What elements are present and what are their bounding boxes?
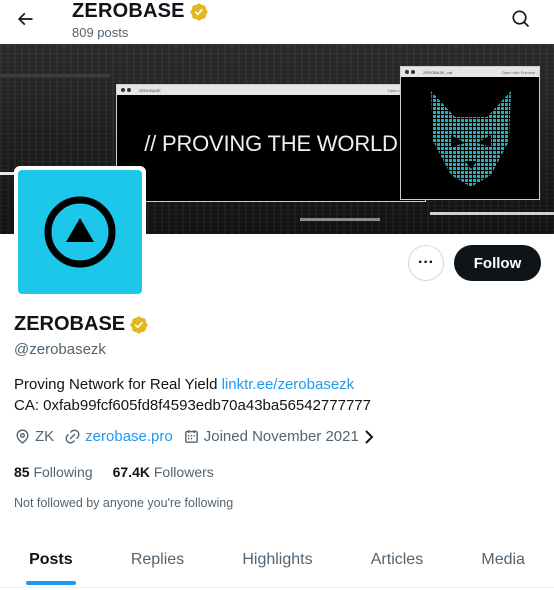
top-bar: ZEROBASE 809 posts — [0, 0, 554, 44]
calendar-icon — [184, 430, 198, 443]
zerobase-logo-icon — [44, 196, 116, 268]
tab-highlights[interactable]: Highlights — [213, 532, 341, 587]
profile-meta: ZK zerobase.pro Joined November 2021 — [14, 428, 385, 445]
posts-count: 809 posts — [72, 25, 129, 40]
bio-text: Proving Network for Real Yield — [14, 376, 222, 393]
tab-replies[interactable]: Replies — [102, 532, 214, 587]
not-followed-notice: Not followed by anyone you're following — [14, 496, 234, 510]
window-titlebar: ZEROBASE_cat Open with Preview — [401, 67, 539, 77]
cat-head-art-icon — [431, 91, 511, 187]
tab-label: Posts — [29, 550, 73, 568]
more-options-button[interactable]: ··· — [408, 245, 444, 281]
verified-badge-icon — [130, 315, 148, 334]
chevron-right-icon — [365, 429, 374, 444]
tab-label: Media — [481, 550, 525, 568]
display-name-text: ZEROBASE — [14, 313, 126, 335]
website-link[interactable]: zerobase.pro — [85, 428, 173, 445]
following-label: Following — [33, 464, 93, 480]
bio-link[interactable]: linktr.ee/zerobasezk — [222, 376, 355, 393]
followers-count: 67.4K — [112, 464, 150, 480]
follow-button[interactable]: Follow — [454, 245, 541, 281]
location-pin-icon — [16, 429, 29, 444]
arrow-left-icon — [17, 12, 33, 26]
display-name: ZEROBASE — [14, 313, 149, 336]
user-handle: @zerobasezk — [14, 341, 106, 358]
bio-contract-address: CA: 0xfab99fcf605fd8f4593edb70a43ba56542… — [14, 397, 371, 414]
tab-posts[interactable]: Posts — [0, 532, 102, 587]
search-button[interactable] — [508, 6, 534, 32]
join-date-text: Joined November 2021 — [203, 428, 359, 445]
link-icon — [65, 429, 80, 444]
more-icon: ··· — [418, 254, 434, 271]
website: zerobase.pro — [64, 428, 173, 445]
tab-articles[interactable]: Articles — [342, 532, 453, 587]
header-name: ZEROBASE — [72, 0, 185, 22]
window-title: ZEROBASE_cat — [423, 69, 453, 75]
avatar-image — [18, 170, 142, 294]
followers-link[interactable]: 67.4K Followers — [113, 464, 214, 480]
location-text: ZK — [35, 428, 55, 445]
window-titlebar: ZEROBASE Open with Preview — [117, 85, 425, 95]
avatar[interactable] — [14, 166, 146, 298]
followers-label: Followers — [153, 464, 214, 480]
header-title: ZEROBASE — [72, 0, 209, 23]
window-action: Open with Preview — [501, 69, 535, 75]
location: ZK — [14, 428, 54, 445]
banner-window-1: ZEROBASE Open with Preview // PROVING TH… — [116, 84, 426, 202]
tab-media[interactable]: Media — [452, 532, 554, 587]
glitch-stripe — [0, 74, 110, 77]
glitch-stripe — [430, 212, 554, 215]
banner-window-2: ZEROBASE_cat Open with Preview — [400, 66, 540, 200]
back-button[interactable] — [12, 6, 38, 32]
active-tab-indicator — [25, 581, 76, 585]
verified-badge-icon — [190, 2, 208, 21]
tab-label: Replies — [130, 550, 185, 568]
following-count: 85 — [14, 464, 30, 480]
search-icon — [512, 10, 530, 28]
banner-slogan: // PROVING THE WORLD — [144, 131, 398, 156]
join-date[interactable]: Joined November 2021 — [183, 428, 375, 445]
tab-label: Articles — [370, 550, 424, 568]
tab-label: Highlights — [242, 550, 313, 568]
profile-tabs: Posts Replies Highlights Articles Media — [0, 532, 554, 588]
following-link[interactable]: 85 Following — [14, 464, 93, 480]
glitch-stripe — [300, 218, 380, 221]
follow-stats: 85 Following 67.4K Followers — [14, 464, 214, 480]
bio: Proving Network for Real Yield linktr.ee… — [14, 374, 544, 416]
follow-button-label: Follow — [473, 254, 522, 272]
window-title: ZEROBASE — [139, 87, 161, 93]
